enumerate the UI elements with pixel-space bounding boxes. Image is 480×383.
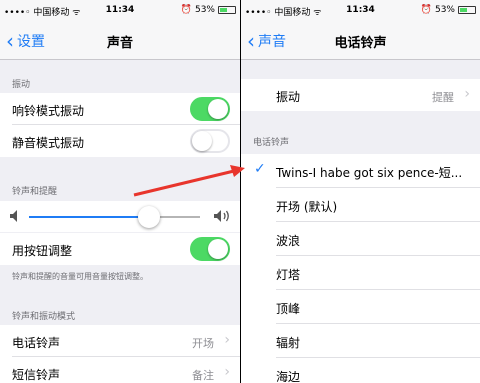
ringtone-row[interactable]: 电话铃声 开场 › xyxy=(0,325,240,357)
battery-percent: 53% xyxy=(434,5,455,15)
chevron-right-icon: › xyxy=(464,86,470,102)
nav-bar: ‹ 声音 电话铃声 xyxy=(241,22,480,60)
speaker-low-icon xyxy=(10,210,17,222)
sound-settings-screen: ••••◦ 中国移动 ᯤ 11:34 ⏰ 53% ‹ 设置 声音 振动 响铃模式… xyxy=(0,0,240,383)
ringtone-screen: ••••◦ 中国移动 ᯤ 11:34 ⏰ 53% ‹ 声音 电话铃声 振动 提醒… xyxy=(241,0,480,383)
vibration-value: 提醒 xyxy=(432,91,454,104)
status-bar: ••••◦ 中国移动 ᯤ 11:34 ⏰ 53% xyxy=(0,0,240,22)
checkmark-icon: ✓ xyxy=(254,161,266,177)
vibration-label: 振动 xyxy=(276,90,301,104)
ringtone-item[interactable]: 海边 xyxy=(241,358,480,383)
text-tone-value: 备注 xyxy=(192,369,214,382)
ringtone-item[interactable]: 开场 (默认) xyxy=(241,188,480,222)
chevron-right-icon: › xyxy=(224,332,230,348)
adjust-buttons-row: 用按钮调整 xyxy=(0,233,240,265)
volume-slider[interactable] xyxy=(29,216,200,218)
ringtone-item-label: 顶峰 xyxy=(276,302,301,316)
alarm-icon: ⏰ xyxy=(420,5,432,15)
section-header-ringer: 铃声和提醒 xyxy=(12,187,58,197)
page-title: 声音 xyxy=(106,36,133,51)
silent-vibrate-row: 静音模式振动 xyxy=(0,125,240,157)
ringtone-item-label: 开场 (默认) xyxy=(276,200,338,214)
ringtone-item[interactable]: 顶峰 xyxy=(241,290,480,324)
ringtone-item-label: 辐射 xyxy=(276,336,301,350)
section-header-ringtone: 电话铃声 xyxy=(253,138,290,148)
chevron-right-icon: › xyxy=(224,364,230,380)
section-header-vibrate: 振动 xyxy=(12,80,31,90)
ring-vibrate-row: 响铃模式振动 xyxy=(0,93,240,125)
battery-icon xyxy=(458,6,476,14)
ring-vibrate-toggle[interactable] xyxy=(190,97,230,121)
ringtone-item[interactable]: 波浪 xyxy=(241,222,480,256)
ringtone-item-label: 波浪 xyxy=(276,234,301,248)
text-tone-row[interactable]: 短信铃声 备注 › xyxy=(0,357,240,383)
alarm-icon: ⏰ xyxy=(180,5,192,15)
nav-bar: ‹ 设置 声音 xyxy=(0,22,240,60)
silent-vibrate-label: 静音模式振动 xyxy=(12,136,85,150)
ringtone-item[interactable]: ✓ Twins-I habe got six pence-短... xyxy=(241,154,480,188)
battery-icon xyxy=(218,6,236,14)
adjust-buttons-label: 用按钮调整 xyxy=(12,244,73,258)
volume-slider-row xyxy=(0,201,240,232)
section-header-patterns: 铃声和振动模式 xyxy=(12,312,76,322)
adjust-buttons-toggle[interactable] xyxy=(190,237,230,261)
text-tone-label: 短信铃声 xyxy=(12,368,61,382)
ringtone-label: 电话铃声 xyxy=(12,336,61,350)
status-right: ⏰ 53% xyxy=(421,5,476,15)
volume-slider-thumb[interactable] xyxy=(137,206,160,228)
page-title: 电话铃声 xyxy=(334,36,387,51)
ringtone-item[interactable]: 灯塔 xyxy=(241,256,480,290)
silent-vibrate-toggle[interactable] xyxy=(190,129,230,153)
ringtone-value: 开场 xyxy=(192,337,214,350)
ringer-footnote: 铃声和提醒的音量可用音量按钮调整。 xyxy=(12,272,148,281)
speaker-high-icon xyxy=(214,210,229,222)
status-right: ⏰ 53% xyxy=(181,5,236,15)
battery-percent: 53% xyxy=(194,5,215,15)
ringtone-item-label: 海边 xyxy=(276,370,301,383)
ringtone-item-label: Twins-I habe got six pence-短... xyxy=(276,166,463,180)
vibration-row[interactable]: 振动 提醒 › xyxy=(241,79,480,111)
ring-vibrate-label: 响铃模式振动 xyxy=(12,104,85,118)
status-bar: ••••◦ 中国移动 ᯤ 11:34 ⏰ 53% xyxy=(241,0,480,22)
ringtone-item-label: 灯塔 xyxy=(276,268,301,282)
ringtone-item[interactable]: 辐射 xyxy=(241,324,480,358)
